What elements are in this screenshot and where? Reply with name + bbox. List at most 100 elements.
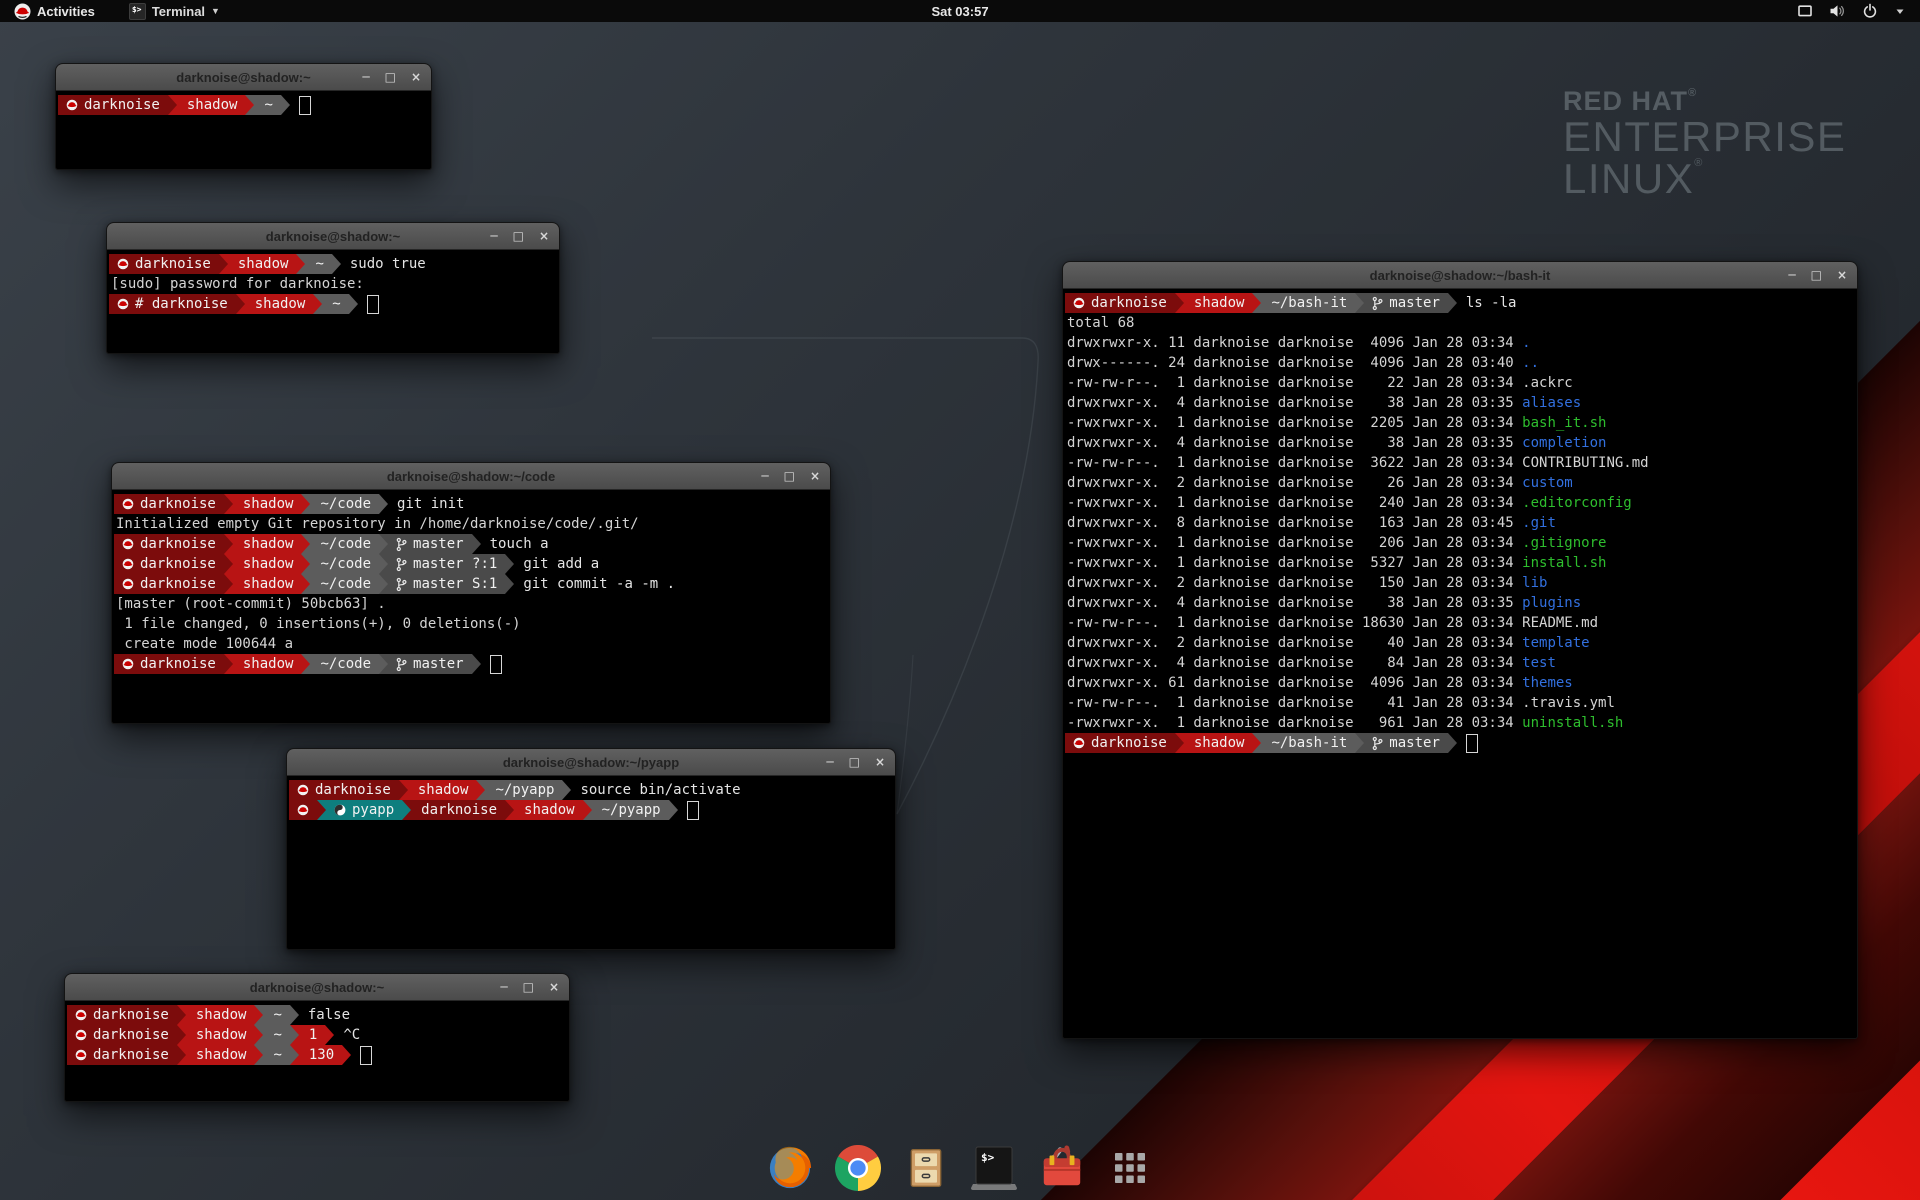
prompt-segment: ~/pyapp	[592, 800, 669, 820]
powerline-separator-icon	[476, 780, 485, 800]
command-text: sudo true	[341, 254, 426, 274]
window-titlebar[interactable]: darknoise@shadow:~ ─ □ ×	[65, 974, 569, 1001]
minimize-button[interactable]: ─	[490, 230, 497, 242]
window-titlebar[interactable]: darknoise@shadow:~/bash-it ─ □ ×	[1063, 262, 1857, 289]
branch-icon	[1372, 296, 1383, 311]
segment-label: ~	[315, 256, 323, 272]
powerline-separator-icon	[290, 1025, 299, 1045]
terminal-content[interactable]: darknoiseshadow~/codegit initInitialized…	[112, 490, 830, 676]
command-text: ls -la	[1457, 293, 1517, 313]
terminal-window-1: darknoise@shadow:~ ─ □ × darknoiseshadow…	[55, 63, 432, 170]
powerline-separator-icon	[224, 654, 233, 674]
output-text: README.md	[1522, 615, 1598, 631]
maximize-button[interactable]: □	[513, 230, 524, 242]
powerline-separator-icon	[254, 1005, 263, 1025]
window-titlebar[interactable]: darknoise@shadow:~ ─ □ ×	[107, 223, 559, 250]
chevron-down-icon[interactable]	[1894, 5, 1906, 17]
activities-button[interactable]: Activities	[8, 0, 101, 22]
terminal-line: drwxrwxr-x. 11 darknoise darknoise 4096 …	[1065, 333, 1855, 353]
minimize-button[interactable]: ─	[761, 470, 768, 482]
powerline-separator-icon	[1448, 733, 1457, 753]
command-text: false	[299, 1005, 350, 1025]
output-text: template	[1522, 635, 1589, 651]
segment-label: master	[413, 656, 464, 672]
redhat-icon	[122, 658, 134, 670]
segment-label: master	[1389, 295, 1440, 311]
file-manager-icon[interactable]	[902, 1144, 950, 1192]
chrome-icon[interactable]	[834, 1144, 882, 1192]
terminal-line: darknoiseshadow~false	[67, 1005, 567, 1025]
close-button[interactable]: ×	[810, 470, 820, 482]
segment-label: ~/code	[320, 536, 371, 552]
maximize-button[interactable]: □	[849, 756, 860, 768]
segment-label: darknoise	[140, 536, 216, 552]
segment-label: darknoise	[315, 782, 391, 798]
terminal-line: -rw-rw-r--. 1 darknoise darknoise 3622 J…	[1065, 453, 1855, 473]
terminal-content[interactable]: darknoiseshadow~/pyappsource bin/activat…	[287, 776, 895, 822]
minimize-button[interactable]: ─	[826, 756, 833, 768]
terminal-content[interactable]: darknoiseshadow~sudo true[sudo] password…	[107, 250, 559, 316]
window-titlebar[interactable]: darknoise@shadow:~/code ─ □ ×	[112, 463, 830, 490]
prompt-segment: shadow	[233, 534, 302, 554]
redhat-icon	[1073, 297, 1085, 309]
segment-label: darknoise	[140, 496, 216, 512]
terminal-line: -rw-rw-r--. 1 darknoise darknoise 22 Jan…	[1065, 373, 1855, 393]
output-text: .	[1522, 335, 1530, 351]
segment-label: ~/bash-it	[1271, 295, 1347, 311]
terminal-window-2: darknoise@shadow:~ ─ □ × darknoiseshadow…	[106, 222, 560, 354]
output-text: [sudo] password for darknoise:	[111, 276, 364, 292]
terminal-line: -rwxrwxr-x. 1 darknoise darknoise 2205 J…	[1065, 413, 1855, 433]
dock: $>	[0, 1144, 1920, 1192]
segment-label: darknoise	[93, 1047, 169, 1063]
output-text: -rwxrwxr-x. 1 darknoise darknoise 240 Ja…	[1067, 495, 1522, 511]
maximize-button[interactable]: □	[523, 981, 534, 993]
prompt-segment: shadow	[233, 654, 302, 674]
window-titlebar[interactable]: darknoise@shadow:~ ─ □ ×	[56, 64, 431, 91]
segment-label: shadow	[243, 496, 294, 512]
terminal-content[interactable]: darknoiseshadow~	[56, 91, 431, 117]
output-text: drwxrwxr-x. 4 darknoise darknoise 38 Jan…	[1067, 395, 1522, 411]
maximize-button[interactable]: □	[1811, 269, 1822, 281]
powerline-separator-icon	[379, 554, 388, 574]
terminal-line: total 68	[1065, 313, 1855, 333]
maximize-button[interactable]: □	[784, 470, 795, 482]
output-text: .editorconfig	[1522, 495, 1632, 511]
close-button[interactable]: ×	[1837, 269, 1847, 281]
terminal-content[interactable]: darknoiseshadow~falsedarknoiseshadow~1^C…	[65, 1001, 569, 1067]
command-text: touch a	[481, 534, 549, 554]
output-text: 1 file changed, 0 insertions(+), 0 delet…	[116, 616, 521, 632]
powerline-separator-icon	[1355, 733, 1364, 753]
segment-label: master	[1389, 735, 1440, 751]
close-button[interactable]: ×	[875, 756, 885, 768]
close-button[interactable]: ×	[539, 230, 549, 242]
output-text: ..	[1522, 355, 1539, 371]
window-titlebar[interactable]: darknoise@shadow:~/pyapp ─ □ ×	[287, 749, 895, 776]
terminal-dock-icon[interactable]: $>	[970, 1144, 1018, 1192]
terminal-line: drwxrwxr-x. 4 darknoise darknoise 84 Jan…	[1065, 653, 1855, 673]
output-text: drwxrwxr-x. 61 darknoise darknoise 4096 …	[1067, 675, 1522, 691]
volume-icon[interactable]	[1829, 3, 1846, 19]
toolbox-icon[interactable]	[1038, 1144, 1086, 1192]
close-button[interactable]: ×	[411, 71, 421, 83]
clock[interactable]: Sat 03:57	[0, 4, 1920, 19]
window-title: darknoise@shadow:~/bash-it	[1370, 268, 1551, 283]
minimize-button[interactable]: ─	[1788, 269, 1795, 281]
minimize-button[interactable]: ─	[362, 71, 369, 83]
app-menu-terminal[interactable]: $> Terminal ▼	[121, 0, 228, 22]
powerline-separator-icon	[472, 534, 481, 554]
prompt-segment: master	[388, 654, 472, 674]
minimize-button[interactable]: ─	[500, 981, 507, 993]
powerline-separator-icon	[505, 574, 514, 594]
output-text: drwxrwxr-x. 8 darknoise darknoise 163 Ja…	[1067, 515, 1522, 531]
output-text: .gitignore	[1522, 535, 1606, 551]
terminal-cursor	[687, 801, 699, 820]
maximize-button[interactable]: □	[385, 71, 396, 83]
segment-label: shadow	[1194, 295, 1245, 311]
terminal-content[interactable]: darknoiseshadow~/bash-itmasterls -latota…	[1063, 289, 1857, 755]
app-grid-icon[interactable]	[1106, 1144, 1154, 1192]
close-button[interactable]: ×	[549, 981, 559, 993]
segment-label: master S:1	[413, 576, 497, 592]
power-icon[interactable]	[1862, 3, 1878, 19]
firefox-icon[interactable]	[766, 1144, 814, 1192]
screen-icon[interactable]	[1797, 3, 1813, 19]
